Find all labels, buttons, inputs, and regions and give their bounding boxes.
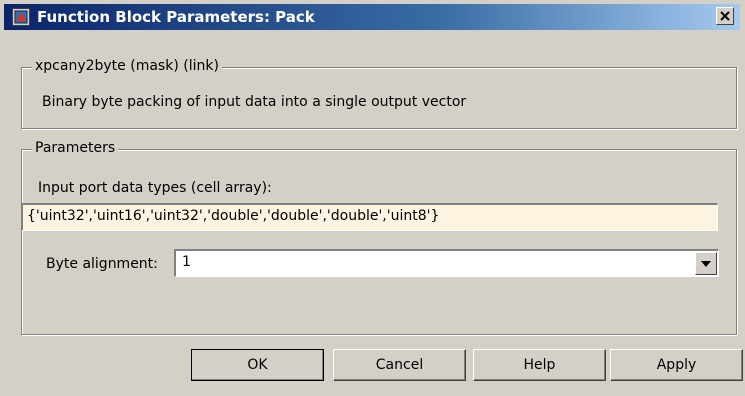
input-port-types-field[interactable]: {'uint32','uint16','uint32','double','do…	[21, 203, 718, 231]
byte-alignment-label: Byte alignment:	[46, 256, 158, 272]
byte-alignment-select[interactable]: 1	[174, 249, 719, 277]
mask-group-legend: xpcany2byte (mask) (link)	[32, 58, 222, 74]
help-button[interactable]: Help	[473, 349, 606, 381]
close-button[interactable]	[716, 7, 734, 25]
byte-alignment-value: 1	[182, 254, 191, 270]
parameters-group: Parameters Input port data types (cell a…	[21, 140, 737, 335]
cancel-button[interactable]: Cancel	[333, 349, 466, 381]
close-icon	[720, 11, 730, 21]
simulink-block-icon	[12, 8, 30, 26]
input-port-types-label: Input port data types (cell array):	[38, 180, 272, 196]
mask-description-text: Binary byte packing of input data into a…	[42, 94, 467, 110]
title-bar[interactable]: Function Block Parameters: Pack	[4, 4, 740, 30]
apply-button[interactable]: Apply	[610, 349, 743, 381]
chevron-down-icon	[701, 260, 711, 267]
mask-description-group: xpcany2byte (mask) (link) Binary byte pa…	[21, 58, 737, 129]
ok-button[interactable]: OK	[191, 349, 324, 381]
dropdown-button[interactable]	[695, 252, 717, 275]
parameters-group-legend: Parameters	[32, 140, 119, 156]
window-title: Function Block Parameters: Pack	[37, 8, 315, 26]
